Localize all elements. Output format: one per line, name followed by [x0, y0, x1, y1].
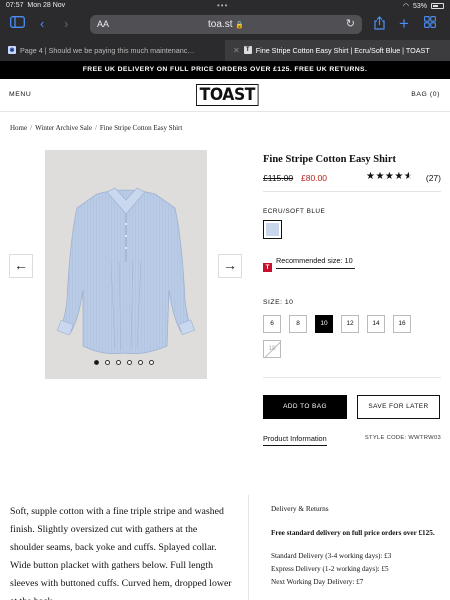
swatch-fill — [266, 223, 279, 236]
free-delivery-note: Free standard delivery on full price ord… — [271, 529, 435, 537]
column-divider — [248, 495, 249, 600]
colour-label: ECRU/SOFT BLUE — [263, 208, 326, 215]
tab-forum[interactable]: ✱ Page 4 | Should we be paying this much… — [0, 40, 225, 61]
divider — [263, 377, 441, 378]
share-icon[interactable] — [374, 16, 385, 34]
site-logo[interactable]: TOAST — [196, 84, 259, 106]
status-bar: 07:57 Mon 28 Nov ••• ◠ 53% — [0, 0, 450, 12]
size-selector: 6 8 10 12 14 16 — [263, 315, 411, 333]
gallery-dot[interactable] — [149, 360, 154, 365]
breadcrumb-home[interactable]: Home — [10, 124, 27, 132]
sale-price: £80.00 — [301, 173, 327, 183]
review-count[interactable]: (27) — [426, 173, 441, 183]
size-option[interactable]: 16 — [393, 315, 411, 333]
toast-favicon-icon: T — [243, 46, 252, 54]
promo-banner: FREE UK DELIVERY ON FULL PRICE ORDERS OV… — [0, 61, 450, 79]
gallery-dot[interactable] — [94, 360, 99, 365]
arrow-right-icon: → — [223, 257, 237, 273]
battery-icon — [431, 3, 444, 9]
recommended-size[interactable]: T Recommended size: 10 — [263, 256, 441, 274]
tab-strip: ✱ Page 4 | Should we be paying this much… — [0, 40, 450, 61]
tab-toast[interactable]: ✕ T Fine Stripe Cotton Easy Shirt | Ecru… — [225, 40, 450, 61]
lock-icon: 🔒 — [235, 22, 244, 29]
menu-button[interactable]: MENU — [9, 91, 31, 98]
bag-button[interactable]: BAG (0) — [411, 91, 440, 98]
arrow-left-icon: ← — [14, 257, 28, 273]
express-delivery: Express Delivery (1-2 working days): £5 — [271, 565, 389, 573]
tab-overview-icon[interactable] — [424, 16, 436, 32]
forward-icon[interactable]: › — [64, 16, 68, 32]
gallery-dot[interactable] — [138, 360, 143, 365]
address-bar[interactable]: AA toa.st 🔒 ↻ — [90, 15, 362, 34]
url-text: toa.st 🔒 — [208, 19, 244, 30]
tab-title: Page 4 | Should we be paying this much m… — [20, 46, 195, 55]
colour-swatch[interactable] — [263, 220, 282, 239]
toast-badge-icon: T — [263, 263, 272, 272]
next-image-button[interactable]: → — [218, 254, 242, 278]
site-header: MENU TOAST BAG (0) — [0, 79, 450, 112]
standard-delivery: Standard Delivery (3-4 working days): £3 — [271, 552, 392, 560]
status-time: 07:57 Mon 28 Nov — [6, 2, 66, 9]
shirt-illustration — [56, 187, 196, 355]
new-tab-icon[interactable]: + — [399, 15, 409, 32]
forum-favicon-icon: ✱ — [8, 46, 16, 54]
multitask-grabber[interactable]: ••• — [217, 1, 228, 10]
recommended-size-text: Recommended size: 10 — [276, 256, 355, 269]
browser-chrome: 07:57 Mon 28 Nov ••• ◠ 53% ‹ › AA toa.st… — [0, 0, 450, 61]
delivery-returns: Delivery & Returns Free standard deliver… — [271, 504, 443, 589]
product-information-tab[interactable]: Product Information — [263, 434, 327, 446]
back-icon[interactable]: ‹ — [40, 16, 44, 32]
delivery-heading: Delivery & Returns — [271, 504, 329, 513]
add-to-bag-button[interactable]: ADD TO BAG — [263, 395, 347, 419]
star-rating-icon[interactable]: ★★★★★★ — [366, 171, 413, 182]
gallery-dot[interactable] — [127, 360, 132, 365]
status-right: ◠ 53% — [403, 2, 444, 10]
size-option-sold-out[interactable]: 18 — [263, 340, 281, 358]
reload-icon[interactable]: ↻ — [346, 17, 355, 30]
divider — [263, 191, 441, 192]
next-day-delivery: Next Working Day Delivery: £7 — [271, 578, 364, 586]
size-option[interactable]: 8 — [289, 315, 307, 333]
product-title: Fine Stripe Cotton Easy Shirt — [263, 154, 397, 165]
tab-title: Fine Stripe Cotton Easy Shirt | Ecru/Sof… — [255, 46, 430, 55]
size-option-selected[interactable]: 10 — [315, 315, 333, 333]
breadcrumb-category[interactable]: Winter Archive Sale — [35, 124, 92, 132]
breadcrumb-current: Fine Stripe Cotton Easy Shirt — [99, 124, 183, 132]
price-row: £115.00 £80.00 ★★★★★★ (27) — [263, 171, 441, 188]
prev-image-button[interactable]: ← — [9, 254, 33, 278]
size-label: SIZE: 10 — [263, 299, 294, 306]
wifi-icon: ◠ — [402, 3, 409, 10]
size-option[interactable]: 14 — [367, 315, 385, 333]
browser-toolbar: ‹ › AA toa.st 🔒 ↻ + — [0, 13, 450, 35]
style-code: STYLE CODE: WWTRW03 — [364, 435, 441, 441]
close-tab-icon[interactable]: ✕ — [233, 46, 240, 55]
size-option[interactable]: 12 — [341, 315, 359, 333]
gallery-dots — [94, 360, 154, 365]
gallery-dot[interactable] — [116, 360, 121, 365]
product-description: Soft, supple cotton with a fine triple s… — [10, 506, 232, 600]
original-price: £115.00 — [263, 173, 294, 183]
product-image[interactable] — [45, 150, 207, 379]
battery-percent: 53% — [412, 2, 427, 10]
breadcrumb: Home / Winter Archive Sale / Fine Stripe Cot… — [10, 124, 183, 132]
gallery-dot[interactable] — [105, 360, 110, 365]
sidebar-icon[interactable] — [10, 16, 25, 32]
size-option[interactable]: 6 — [263, 315, 281, 333]
save-for-later-button[interactable]: SAVE FOR LATER — [357, 395, 440, 419]
